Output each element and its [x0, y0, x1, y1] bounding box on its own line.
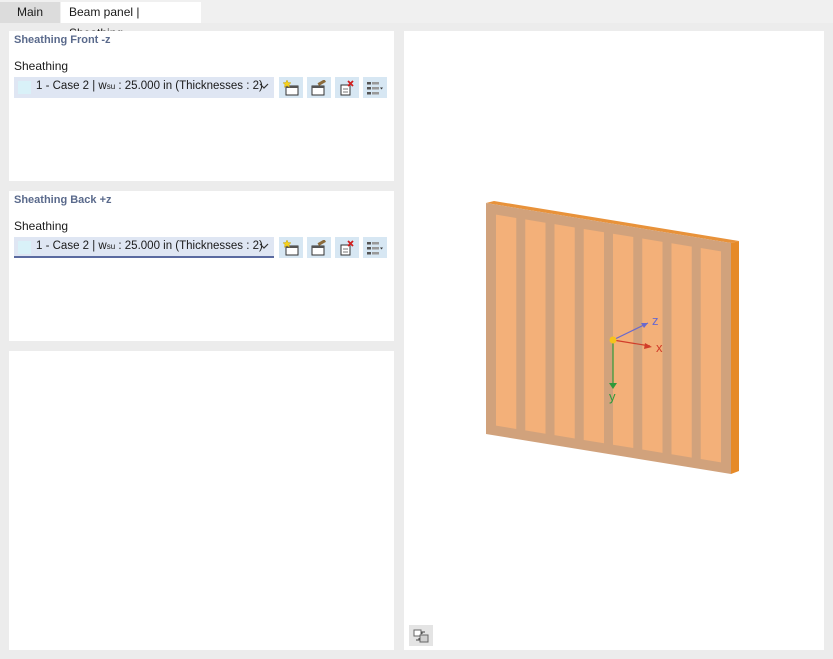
new-sheathing-button[interactable]	[279, 77, 303, 98]
view-settings-button[interactable]	[409, 625, 433, 646]
preview-panel[interactable]: z x y	[404, 31, 824, 650]
panel-stud	[554, 224, 575, 439]
panel-stud	[496, 214, 517, 429]
sheathing-front-section: Sheathing Front -z Sheathing 1 - Case 2 …	[9, 31, 394, 181]
delete-sheathing-button[interactable]	[335, 237, 359, 258]
delete-icon	[340, 239, 354, 255]
section-title-front: Sheathing Front -z	[14, 34, 111, 46]
library-list-icon	[367, 81, 383, 94]
axis-x-label: x	[656, 340, 663, 355]
tab-beam-panel-sheathing[interactable]: Beam panel | Sheathing	[61, 2, 201, 40]
panel-stud	[583, 228, 604, 444]
axis-z-label: z	[652, 313, 659, 328]
edit-icon	[311, 239, 326, 255]
edit-icon	[311, 79, 326, 95]
panel-stud	[671, 243, 692, 458]
new-icon	[282, 79, 299, 95]
view-settings-icon	[413, 629, 429, 642]
beam-panel-3d-view[interactable]: z x y	[404, 31, 824, 650]
sheathing-select-back-value: 1 - Case 2 | wsu : 25.000 in (Thicknesse…	[36, 240, 263, 252]
tab-main[interactable]: Main	[0, 2, 60, 23]
sheathing-select-back[interactable]: 1 - Case 2 | wsu : 25.000 in (Thicknesse…	[14, 237, 274, 258]
color-swatch-icon	[18, 81, 31, 94]
section-title-back: Sheathing Back +z	[14, 194, 112, 206]
new-sheathing-button[interactable]	[279, 237, 303, 258]
color-swatch-icon	[18, 241, 31, 254]
panel-stud	[525, 219, 546, 434]
new-icon	[282, 239, 299, 255]
origin-point	[609, 336, 617, 344]
sheathing-select-front[interactable]: 1 - Case 2 | wsu : 25.000 in (Thicknesse…	[14, 77, 274, 98]
library-list-icon	[367, 241, 383, 254]
sheathing-select-front-value: 1 - Case 2 | wsu : 25.000 in (Thicknesse…	[36, 80, 263, 92]
axis-y-label: y	[609, 389, 616, 404]
panel-right-side	[731, 241, 739, 474]
library-sheathing-button[interactable]	[363, 77, 387, 98]
chevron-down-icon[interactable]	[258, 240, 270, 252]
sheathing-back-section: Sheathing Back +z Sheathing 1 - Case 2 |…	[9, 191, 394, 341]
empty-panel	[9, 351, 394, 650]
sheathing-label-back: Sheathing	[14, 219, 69, 233]
delete-icon	[340, 79, 354, 95]
library-sheathing-button[interactable]	[363, 237, 387, 258]
tab-bar: Main Beam panel | Sheathing	[0, 0, 833, 40]
sheathing-label-front: Sheathing	[14, 59, 69, 73]
chevron-down-icon[interactable]	[258, 80, 270, 92]
edit-sheathing-button[interactable]	[307, 237, 331, 258]
edit-sheathing-button[interactable]	[307, 77, 331, 98]
panel-stud	[700, 248, 721, 463]
panel-front-frame	[486, 203, 731, 474]
delete-sheathing-button[interactable]	[335, 77, 359, 98]
